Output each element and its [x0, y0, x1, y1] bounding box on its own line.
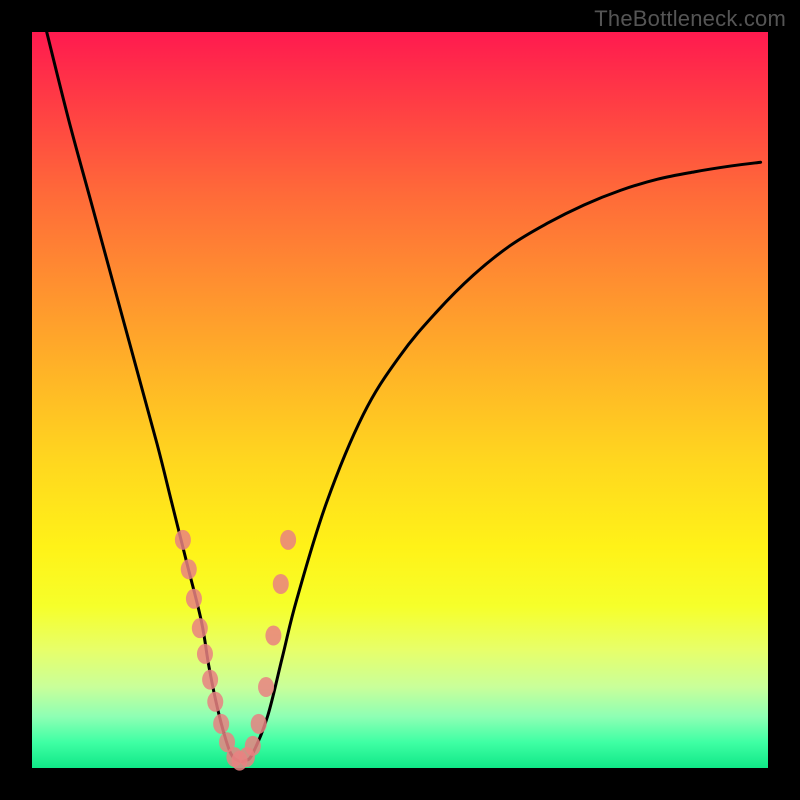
marker-point — [251, 714, 267, 734]
marker-point — [202, 670, 218, 690]
marker-point — [213, 714, 229, 734]
marker-point — [175, 530, 191, 550]
bottleneck-curve — [47, 32, 761, 762]
marker-point — [258, 677, 274, 697]
marker-point — [197, 644, 213, 664]
curve-layer — [32, 32, 768, 768]
watermark-text: TheBottleneck.com — [594, 6, 786, 32]
marker-group — [175, 530, 296, 771]
marker-point — [265, 626, 281, 646]
marker-point — [280, 530, 296, 550]
marker-point — [186, 589, 202, 609]
plot-area — [32, 32, 768, 768]
marker-point — [192, 618, 208, 638]
marker-point — [181, 559, 197, 579]
marker-point — [273, 574, 289, 594]
chart-frame: TheBottleneck.com — [0, 0, 800, 800]
marker-point — [245, 736, 261, 756]
marker-point — [207, 692, 223, 712]
